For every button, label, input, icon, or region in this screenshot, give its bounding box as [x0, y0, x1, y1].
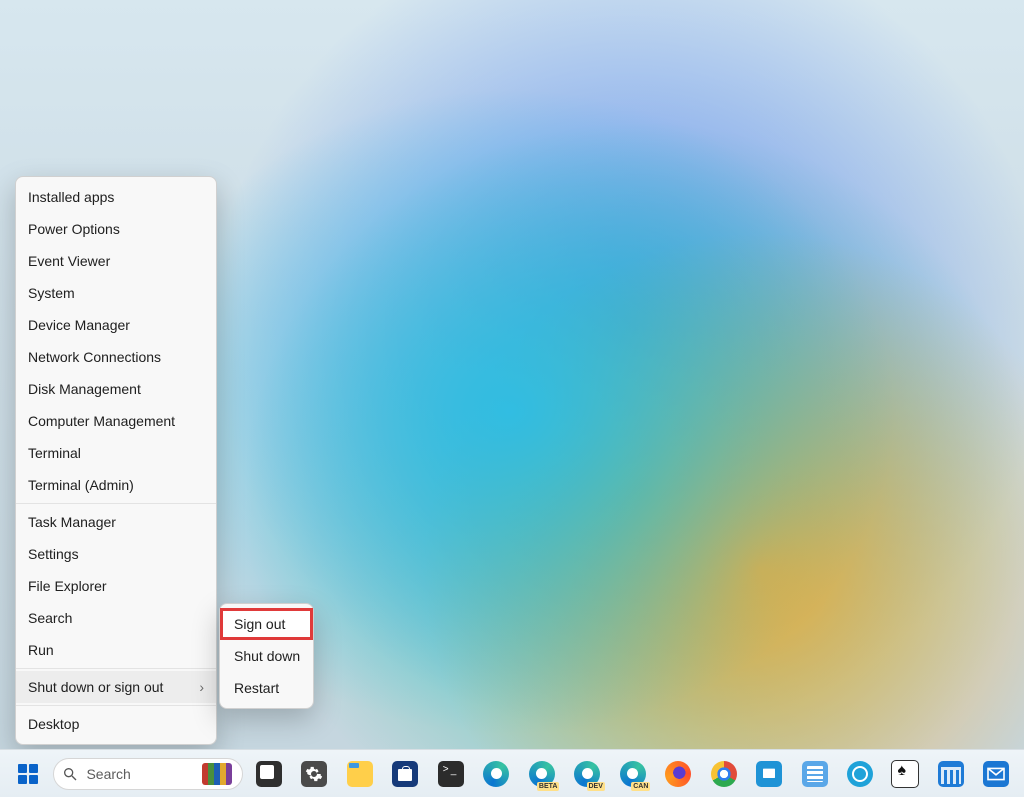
- menu-item-system[interactable]: System: [16, 277, 216, 309]
- menu-item-file-explorer[interactable]: File Explorer: [16, 570, 216, 602]
- taskbar-icon-chrome[interactable]: [704, 754, 743, 794]
- menu-item-label: Task Manager: [28, 514, 116, 530]
- menu-item-power-options[interactable]: Power Options: [16, 213, 216, 245]
- menu-item-device-manager[interactable]: Device Manager: [16, 309, 216, 341]
- gear-icon: [301, 761, 327, 787]
- menu-item-label: File Explorer: [28, 578, 107, 594]
- menu-item-label: Computer Management: [28, 413, 175, 429]
- taskbar-icon-firefox[interactable]: [658, 754, 697, 794]
- menu-item-search[interactable]: Search: [16, 602, 216, 634]
- menu-item-label: System: [28, 285, 75, 301]
- menu-separator: [16, 668, 216, 669]
- menu-item-label: Desktop: [28, 716, 79, 732]
- folder-icon: [347, 761, 373, 787]
- menu-item-label: Restart: [234, 680, 279, 696]
- taskbar-icon-solitaire[interactable]: [886, 754, 925, 794]
- menu-item-computer-management[interactable]: Computer Management: [16, 405, 216, 437]
- cortana-icon: [847, 761, 873, 787]
- taskbar-icon-file-explorer[interactable]: [340, 754, 379, 794]
- winx-menu: Installed apps Power Options Event Viewe…: [15, 176, 217, 745]
- edge-icon: [483, 761, 509, 787]
- menu-item-label: Event Viewer: [28, 253, 110, 269]
- menu-item-event-viewer[interactable]: Event Viewer: [16, 245, 216, 277]
- terminal-icon: [438, 761, 464, 787]
- windows-logo-icon: [18, 764, 38, 784]
- menu-item-label: Disk Management: [28, 381, 141, 397]
- taskbar-icon-edge-dev[interactable]: DEV: [567, 754, 606, 794]
- menu-item-label: Search: [28, 610, 72, 626]
- chrome-icon: [711, 761, 737, 787]
- menu-item-terminal-admin[interactable]: Terminal (Admin): [16, 469, 216, 501]
- solitaire-icon: [891, 760, 919, 788]
- search-icon: [62, 766, 78, 782]
- app-icon: [756, 761, 782, 787]
- taskbar-icon-calendar[interactable]: [931, 754, 970, 794]
- taskbar-icon-edge-canary[interactable]: CAN: [613, 754, 652, 794]
- menu-item-installed-apps[interactable]: Installed apps: [16, 181, 216, 213]
- menu-item-label: Network Connections: [28, 349, 161, 365]
- menu-item-task-manager[interactable]: Task Manager: [16, 506, 216, 538]
- taskbar: Search BETA DEV CAN: [0, 749, 1024, 797]
- menu-item-run[interactable]: Run: [16, 634, 216, 666]
- firefox-icon: [665, 761, 691, 787]
- edge-channel-badge: DEV: [587, 782, 605, 791]
- submenu-item-restart[interactable]: Restart: [220, 672, 313, 704]
- menu-item-network-connections[interactable]: Network Connections: [16, 341, 216, 373]
- search-placeholder: Search: [86, 766, 194, 782]
- menu-item-disk-management[interactable]: Disk Management: [16, 373, 216, 405]
- menu-item-label: Shut down or sign out: [28, 679, 163, 695]
- edge-channel-badge: CAN: [631, 782, 650, 791]
- start-button[interactable]: [8, 754, 47, 794]
- menu-item-terminal[interactable]: Terminal: [16, 437, 216, 469]
- menu-item-label: Run: [28, 642, 54, 658]
- menu-item-label: Terminal (Admin): [28, 477, 134, 493]
- menu-item-label: Settings: [28, 546, 79, 562]
- shutdown-submenu: Sign out Shut down Restart: [219, 603, 314, 709]
- chevron-right-icon: ›: [199, 671, 204, 703]
- menu-item-shutdown-signout[interactable]: Shut down or sign out ›: [16, 671, 216, 703]
- taskbar-icon-edge[interactable]: [477, 754, 516, 794]
- taskbar-icon-edge-beta[interactable]: BETA: [522, 754, 561, 794]
- taskbar-icon-cortana[interactable]: [840, 754, 879, 794]
- menu-item-label: Device Manager: [28, 317, 130, 333]
- search-highlight-image: [202, 763, 232, 785]
- taskbar-icon-task-view[interactable]: [249, 754, 288, 794]
- taskbar-icon-terminal[interactable]: [431, 754, 470, 794]
- menu-separator: [16, 705, 216, 706]
- submenu-item-sign-out[interactable]: Sign out: [220, 608, 313, 640]
- taskbar-icon-notepad[interactable]: [795, 754, 834, 794]
- taskbar-icon-mail[interactable]: [977, 754, 1016, 794]
- edge-channel-badge: BETA: [537, 782, 560, 791]
- mail-icon: [983, 761, 1009, 787]
- taskbar-icon-app-1[interactable]: [749, 754, 788, 794]
- menu-item-label: Installed apps: [28, 189, 114, 205]
- menu-item-label: Sign out: [234, 616, 285, 632]
- submenu-item-shut-down[interactable]: Shut down: [220, 640, 313, 672]
- menu-item-label: Power Options: [28, 221, 120, 237]
- task-view-icon: [256, 761, 282, 787]
- taskbar-icon-microsoft-store[interactable]: [386, 754, 425, 794]
- menu-item-label: Shut down: [234, 648, 300, 664]
- taskbar-search[interactable]: Search: [53, 758, 243, 790]
- menu-item-desktop[interactable]: Desktop: [16, 708, 216, 740]
- menu-separator: [16, 503, 216, 504]
- taskbar-icon-settings[interactable]: [295, 754, 334, 794]
- calendar-icon: [938, 761, 964, 787]
- store-icon: [392, 761, 418, 787]
- menu-item-label: Terminal: [28, 445, 81, 461]
- menu-item-settings[interactable]: Settings: [16, 538, 216, 570]
- notepad-icon: [802, 761, 828, 787]
